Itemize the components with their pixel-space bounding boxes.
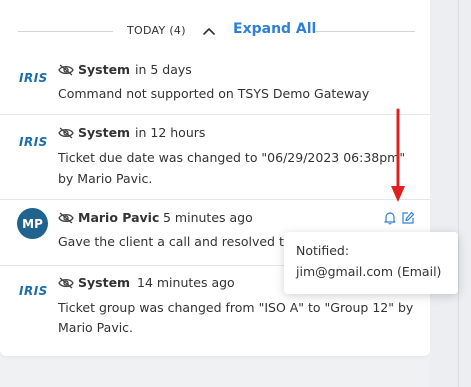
chevron-up-icon[interactable]	[201, 23, 217, 39]
entry-time: 14 minutes ago	[137, 275, 235, 290]
entry-time: in 12 hours	[135, 125, 206, 140]
tooltip-detail: jim@gmail.com (Email)	[296, 264, 442, 279]
eye-off-icon	[58, 127, 74, 139]
eye-off-icon	[58, 277, 74, 289]
divider	[458, 0, 459, 387]
entry-time: 5 minutes ago	[163, 210, 253, 225]
bell-icon[interactable]	[383, 211, 397, 225]
entry-message-line: Ticket group was changed from "ISO A" to…	[58, 300, 414, 315]
entry-time: in 5 days	[135, 62, 192, 77]
activity-panel: TODAY (4) Expand All IRIS System in 5 da…	[0, 0, 430, 356]
iris-logo: IRIS	[19, 284, 48, 297]
edit-icon[interactable]	[401, 211, 415, 225]
entry-message-line: Gave the client a call and resolved th	[58, 234, 292, 249]
tooltip-title: Notified:	[296, 243, 350, 258]
annotation-arrow-icon	[391, 108, 405, 202]
entry-message-line: Command not supported on TSYS Demo Gatew…	[58, 86, 370, 101]
iris-logo: IRIS	[19, 135, 48, 148]
entry-actions	[383, 211, 417, 225]
iris-logo: IRIS	[19, 71, 48, 84]
right-gutter	[430, 0, 471, 387]
entry-message-line: Ticket due date was changed to "06/29/20…	[58, 150, 406, 165]
avatar: MP	[17, 208, 48, 239]
logo-text: IRIS	[19, 135, 48, 148]
logo-text: IRIS	[19, 284, 48, 297]
section-count-label: TODAY (4)	[127, 24, 186, 37]
notified-tooltip: Notified: jim@gmail.com (Email)	[284, 232, 458, 294]
entry-message-line: by Mario Pavic.	[58, 171, 153, 186]
divider	[18, 31, 113, 32]
section-header-today: TODAY (4) Expand All	[0, 20, 430, 42]
entry-author: System	[78, 275, 131, 290]
entry-message-line: Mario Pavic.	[58, 320, 134, 335]
entry-author: System	[78, 62, 131, 77]
logo-text: IRIS	[19, 71, 48, 84]
entry-author: Mario Pavic	[78, 210, 160, 225]
entry-author: System	[78, 125, 131, 140]
divider	[315, 31, 415, 32]
expand-all-button[interactable]: Expand All	[233, 21, 316, 37]
eye-off-icon	[58, 64, 74, 76]
eye-off-icon	[58, 212, 74, 224]
entry-divider	[0, 199, 430, 200]
entry-divider	[0, 114, 430, 115]
